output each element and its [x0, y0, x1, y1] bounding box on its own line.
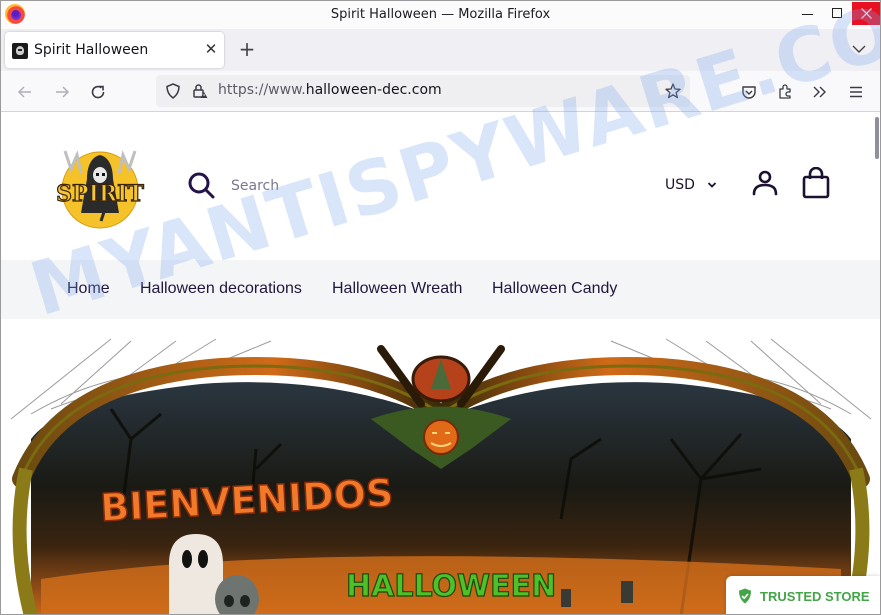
window-title: Spirit Halloween — Mozilla Firefox	[330, 7, 551, 22]
shield-icon	[166, 83, 180, 99]
nav-link-halloween-wreath[interactable]: Halloween Wreath	[332, 280, 462, 298]
maximize-icon	[832, 8, 842, 18]
maximize-button[interactable]	[823, 1, 851, 25]
currency-label: USD	[665, 177, 695, 193]
navigation-toolbar: https://www.halloween-dec.com	[1, 71, 880, 112]
site-header: SPIRIT USD	[1, 113, 880, 260]
main-navigation: Home Halloween decorations Halloween Wre…	[1, 260, 880, 319]
spirit-logo[interactable]: SPIRIT	[51, 143, 149, 231]
trusted-store-badge[interactable]: TRUSTED STORE	[726, 576, 880, 614]
account-icon[interactable]	[751, 169, 779, 197]
url-scheme: https://www.	[218, 82, 306, 98]
app-menu-button[interactable]	[845, 81, 867, 103]
lock-warning-icon	[193, 84, 208, 98]
tab-strip: Spirit Halloween ✕ +	[1, 29, 880, 71]
overflow-menu-button[interactable]	[809, 81, 831, 103]
title-bar: Spirit Halloween — Mozilla Firefox	[1, 1, 880, 29]
back-button[interactable]	[14, 81, 36, 103]
nav-link-home[interactable]: Home	[67, 280, 110, 298]
close-window-button[interactable]	[852, 2, 880, 25]
ghost-icon	[169, 534, 223, 614]
tracking-protection-button[interactable]	[162, 80, 184, 102]
chevron-down-icon	[852, 45, 866, 53]
tab-spirit-halloween[interactable]: Spirit Halloween ✕	[5, 32, 224, 68]
close-icon	[860, 8, 872, 19]
list-all-tabs-button[interactable]	[849, 39, 869, 59]
browser-window: Spirit Halloween — Mozilla Firefox Spiri…	[0, 0, 881, 615]
search-icon[interactable]	[187, 171, 215, 199]
currency-selector[interactable]: USD	[665, 177, 717, 193]
reload-icon	[91, 85, 105, 99]
pumpkin-icon	[423, 419, 459, 455]
extensions-button[interactable]	[774, 81, 796, 103]
minimize-icon	[801, 13, 813, 15]
pocket-icon	[742, 86, 756, 99]
overflow-icon	[813, 86, 826, 98]
forward-icon	[56, 86, 70, 98]
back-icon	[17, 86, 31, 98]
nav-link-halloween-decorations[interactable]: Halloween decorations	[140, 280, 302, 298]
url-bar[interactable]: https://www.halloween-dec.com	[156, 75, 690, 107]
spirit-favicon-icon	[12, 43, 28, 59]
chevron-down-icon	[707, 182, 717, 188]
hero-banner-image: BIENVENIDOS HALLOWEEN	[10, 338, 872, 614]
pocket-button[interactable]	[738, 81, 760, 103]
minimize-button[interactable]	[793, 1, 821, 25]
bookmark-star-icon	[665, 83, 681, 99]
reload-button[interactable]	[87, 81, 109, 103]
nav-link-halloween-candy[interactable]: Halloween Candy	[492, 280, 617, 298]
search-input[interactable]	[231, 175, 531, 197]
hero-banner[interactable]: BIENVENIDOS HALLOWEEN	[1, 319, 880, 614]
new-tab-button[interactable]: +	[235, 37, 259, 61]
forward-button[interactable]	[51, 81, 73, 103]
cart-bag-icon[interactable]	[801, 167, 831, 199]
extensions-icon	[779, 84, 791, 99]
close-tab-button[interactable]: ✕	[201, 39, 221, 59]
logo-text: SPIRIT	[56, 181, 144, 207]
url-text[interactable]: https://www.halloween-dec.com	[218, 82, 442, 98]
banner-subheadline: HALLOWEEN	[346, 569, 556, 604]
trusted-store-label: TRUSTED STORE	[760, 588, 870, 604]
site-info-button[interactable]	[189, 80, 211, 102]
url-domain: halloween-dec.com	[305, 82, 442, 98]
tab-label: Spirit Halloween	[34, 42, 149, 58]
web-page: SPIRIT USD	[1, 113, 880, 614]
shield-check-icon	[739, 588, 751, 604]
bookmark-button[interactable]	[662, 80, 684, 102]
menu-icon	[850, 86, 862, 98]
